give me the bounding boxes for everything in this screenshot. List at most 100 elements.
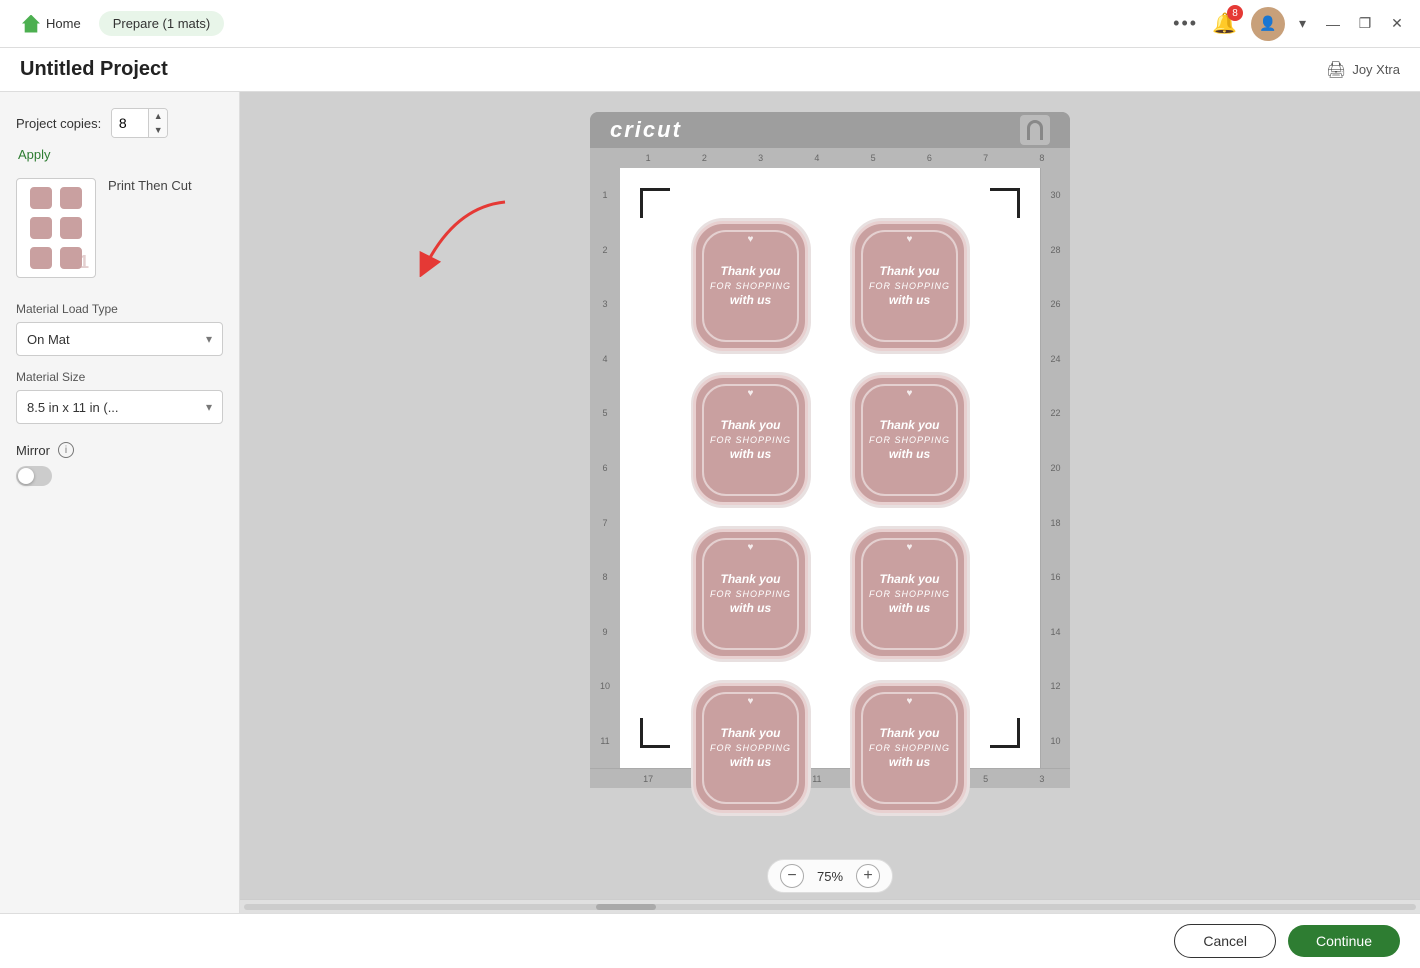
sticker-text: Thank you FOR SHOPPING with us xyxy=(710,725,791,771)
list-item: ♥ Thank you FOR SHOPPING with us xyxy=(680,680,821,816)
ruler-v-7: 7 xyxy=(602,495,607,550)
copies-input[interactable] xyxy=(112,109,148,137)
sticker-text: Thank you FOR SHOPPING with us xyxy=(710,417,791,463)
ruler-left: 1 2 3 4 5 6 7 8 9 10 11 xyxy=(590,168,620,768)
more-options-icon[interactable]: ••• xyxy=(1173,13,1198,34)
mat-thumbnail: 1 xyxy=(16,178,96,278)
list-item: ♥ Thank you FOR SHOPPING with us xyxy=(680,218,821,354)
material-size-label: Material Size xyxy=(16,370,223,384)
material-size-value: 8.5 in x 11 in (... xyxy=(27,400,119,415)
sticker-outer: ♥ Thank you FOR SHOPPING with us xyxy=(691,526,811,662)
ruler-v-3: 3 xyxy=(602,277,607,332)
copies-increment[interactable]: ▲ xyxy=(149,109,167,123)
mat-label: Print Then Cut xyxy=(108,178,192,193)
ruler-2: 2 xyxy=(676,153,732,163)
ruler-rv-8: 16 xyxy=(1050,550,1060,605)
sticker-text: Thank you FOR SHOPPING with us xyxy=(710,571,791,617)
sticker-shape: ♥ Thank you FOR SHOPPING with us xyxy=(693,529,808,659)
sticker-outer: ♥ Thank you FOR SHOPPING with us xyxy=(850,680,970,816)
footer: Cancel Continue xyxy=(0,913,1420,968)
sticker-outer: ♥ Thank you FOR SHOPPING with us xyxy=(691,680,811,816)
machine-label: 🖨 Joy Xtra xyxy=(1326,60,1400,80)
material-load-select[interactable]: On Mat ▾ xyxy=(16,322,223,356)
ruler-v-6: 6 xyxy=(602,441,607,496)
sticker-text: Thank you FOR SHOPPING with us xyxy=(710,263,791,309)
toggle-knob xyxy=(18,468,34,484)
maximize-button[interactable]: ❐ xyxy=(1354,13,1376,35)
sidebar: Project copies: ▲ ▼ Apply xyxy=(0,92,240,913)
sticker-shape: ♥ Thank you FOR SHOPPING with us xyxy=(852,683,967,813)
mirror-toggle[interactable] xyxy=(16,466,52,486)
copies-row: Project copies: ▲ ▼ xyxy=(16,108,223,138)
thumb-sticker xyxy=(28,215,54,241)
apply-button[interactable]: Apply xyxy=(18,147,51,162)
close-button[interactable]: ✕ xyxy=(1386,13,1408,35)
chevron-down-icon[interactable]: ▾ xyxy=(1299,15,1306,32)
ruler-v-1: 1 xyxy=(602,168,607,223)
sticker-outer: ♥ Thank you FOR SHOPPING with us xyxy=(691,218,811,354)
ruler-v-10: 10 xyxy=(600,659,610,714)
home-button[interactable]: Home xyxy=(12,9,91,39)
ruler-top: 1 2 3 4 5 6 7 8 xyxy=(590,148,1070,168)
copies-section: Project copies: ▲ ▼ Apply xyxy=(16,108,223,164)
sticker-outer: ♥ Thank you FOR SHOPPING with us xyxy=(850,526,970,662)
top-bar: Home Prepare (1 mats) ••• 🔔 8 👤 ▾ — ❐ ✕ xyxy=(0,0,1420,48)
copies-label: Project copies: xyxy=(16,116,101,131)
ruler-rv-6: 20 xyxy=(1050,441,1060,496)
thumb-sticker xyxy=(58,185,84,211)
sticker-text: Thank you FOR SHOPPING with us xyxy=(869,417,950,463)
ruler-1: 1 xyxy=(620,153,676,163)
ruler-v-9: 9 xyxy=(602,604,607,659)
horizontal-scrollbar[interactable] xyxy=(240,899,1420,913)
machine-name: Joy Xtra xyxy=(1352,62,1400,77)
stickers-grid: ♥ Thank you FOR SHOPPING with us xyxy=(620,168,1040,866)
minimize-button[interactable]: — xyxy=(1322,13,1344,35)
heart-icon: ♥ xyxy=(907,234,913,245)
main-layout: Project copies: ▲ ▼ Apply xyxy=(0,92,1420,913)
ruler-5: 5 xyxy=(845,153,901,163)
mat-number: 1 xyxy=(79,252,89,273)
sticker-text: Thank you FOR SHOPPING with us xyxy=(869,571,950,617)
scroll-thumb[interactable] xyxy=(596,904,656,910)
zoom-out-button[interactable]: − xyxy=(780,864,804,888)
sticker-shape: ♥ Thank you FOR SHOPPING with us xyxy=(852,221,967,351)
prepare-tab[interactable]: Prepare (1 mats) xyxy=(99,11,225,36)
window-controls: — ❐ ✕ xyxy=(1322,13,1408,35)
copies-decrement[interactable]: ▼ xyxy=(149,123,167,137)
ruler-v-5: 5 xyxy=(602,386,607,441)
sticker-outer: ♥ Thank you FOR SHOPPING with us xyxy=(850,218,970,354)
cancel-button[interactable]: Cancel xyxy=(1174,924,1276,958)
sticker-text: Thank you FOR SHOPPING with us xyxy=(869,263,950,309)
notification-badge: 8 xyxy=(1227,5,1243,21)
list-item: ♥ Thank you FOR SHOPPING with us xyxy=(839,372,980,508)
ruler-8: 8 xyxy=(1014,153,1070,163)
ruler-4: 4 xyxy=(789,153,845,163)
sticker-shape: ♥ Thank you FOR SHOPPING with us xyxy=(693,375,808,505)
info-icon[interactable]: i xyxy=(58,442,74,458)
canvas-scroll[interactable]: cricut 1 2 3 4 5 6 7 8 xyxy=(240,92,1420,899)
avatar[interactable]: 👤 xyxy=(1251,7,1285,41)
copies-spinners: ▲ ▼ xyxy=(148,109,167,137)
list-item: ♥ Thank you FOR SHOPPING with us xyxy=(839,526,980,662)
thumb-sticker xyxy=(28,185,54,211)
zoom-bar: − 75% + xyxy=(767,859,893,893)
ruler-rv-3: 26 xyxy=(1050,277,1060,332)
ruler-v-2: 2 xyxy=(602,223,607,278)
ruler-rv-2: 28 xyxy=(1050,223,1060,278)
zoom-in-button[interactable]: + xyxy=(856,864,880,888)
scroll-track xyxy=(244,904,1416,910)
mat-thumbnail-section: 1 Print Then Cut xyxy=(16,178,223,288)
mirror-label: Mirror xyxy=(16,443,50,458)
canvas-area: cricut 1 2 3 4 5 6 7 8 xyxy=(240,92,1420,913)
material-size-section: Material Size 8.5 in x 11 in (... ▾ xyxy=(16,370,223,424)
continue-button[interactable]: Continue xyxy=(1288,925,1400,957)
heart-icon: ♥ xyxy=(748,388,754,399)
ruler-rv-11: 10 xyxy=(1050,713,1060,768)
mirror-section: Mirror i xyxy=(16,438,223,486)
ruler-6: 6 xyxy=(901,153,957,163)
notifications-button[interactable]: 🔔 8 xyxy=(1212,11,1237,36)
mirror-row: Mirror i xyxy=(16,442,223,458)
material-size-select[interactable]: 8.5 in x 11 in (... ▾ xyxy=(16,390,223,424)
printer-icon: 🖨 xyxy=(1326,60,1346,80)
mat-paper: ♥ Thank you FOR SHOPPING with us xyxy=(620,168,1040,768)
